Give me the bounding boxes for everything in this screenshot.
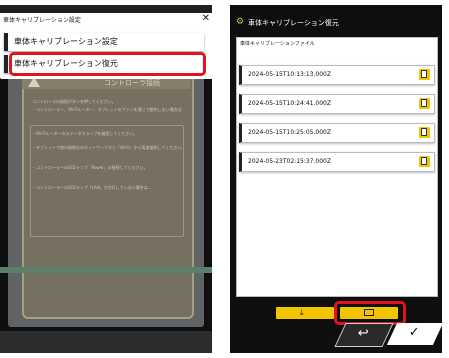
document-icon [421,128,427,136]
back-arrow-icon: ↩ [357,326,369,341]
card-text-line: ・Wi-Fiルーターのステータスランプを確認してください。 [32,131,138,136]
close-icon[interactable]: ✕ [202,13,210,24]
instructions-box [30,125,184,237]
card-text-line: コントローラの接続ボタンを押してください。 [32,99,116,104]
document-icon [421,70,427,78]
list-item[interactable]: 2024-05-15T10:24:41.000Z [239,94,435,114]
file-details-button[interactable] [419,127,430,138]
status-strip [0,267,212,273]
file-name: 2024-05-15T10:24:41.000Z [248,100,331,107]
card-text-line: ・コントローラー、Wi-Fiルーター、タブレットのファンを通じて動作しない場合は… [32,107,182,112]
document-icon [421,157,427,165]
file-details-button[interactable] [419,156,430,167]
download-button[interactable]: ⤓ [276,307,334,319]
right-screen: ⚙ 車体キャリブレーション復元 車体キャリブレーションファイル 2024-05-… [230,5,442,353]
highlight-frame [9,52,206,76]
card-text-line: ・コントローラーのLEDランプ「Power」の接続してください。 [32,165,148,170]
back-button[interactable]: ↩ [334,323,394,347]
confirm-button[interactable]: ✓ [386,323,442,345]
download-icon: ⤓ [300,308,304,317]
check-icon: ✓ [408,325,420,340]
left-screen: コントローラ接続 コントローラの接続ボタンを押してください。 ・コントローラー、… [0,5,212,353]
file-details-button[interactable] [419,98,430,109]
file-list-area: 車体キャリブレーションファイル 2024-05-15T10:13:13.000Z… [236,37,438,297]
card-text-line: ・タブレットで他の接続先のネットワークから「Wi-Fi」から再度接続してください… [32,145,182,150]
screen-title: 車体キャリブレーション復元 [248,19,339,27]
file-list-label: 車体キャリブレーションファイル [240,41,315,47]
card-text-line: ・コントローラーのLEDランプ「LAN」が点灯していない場合は... [32,185,152,190]
bottom-bar [0,331,212,353]
list-item[interactable]: 2024-05-15T10:25:05.000Z [239,123,435,143]
file-name: 2024-05-15T10:25:05.000Z [248,129,331,136]
menu-item-calibration-settings[interactable]: 車体キャリブレーション設定 [4,33,204,51]
file-details-button[interactable] [419,69,430,80]
file-name: 2024-05-15T10:13:13.000Z [248,71,331,78]
gear-icon: ⚙ [236,17,245,27]
card-title: コントローラ接続 [104,79,160,87]
highlight-frame [334,301,406,325]
list-item[interactable]: 2024-05-15T10:13:13.000Z [239,65,435,85]
document-icon [421,99,427,107]
menu-title: 車体キャリブレーション設定 [3,17,81,24]
file-name: 2024-05-23T02:15:37.000Z [248,158,331,165]
screen-header: ⚙ 車体キャリブレーション復元 [230,5,442,35]
list-item[interactable]: 2024-05-23T02:15:37.000Z [239,152,435,172]
